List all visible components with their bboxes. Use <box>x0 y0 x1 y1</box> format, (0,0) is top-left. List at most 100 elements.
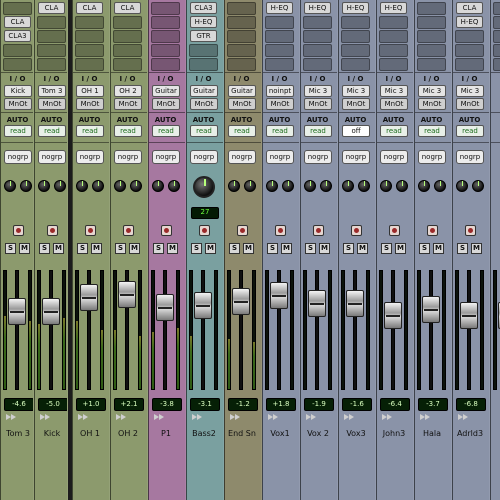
empty-insert-slot[interactable] <box>303 16 332 29</box>
empty-insert-slot[interactable] <box>493 30 500 43</box>
empty-insert-slot[interactable] <box>113 16 142 29</box>
pan-knob-icon[interactable] <box>244 180 256 192</box>
record-icon[interactable] <box>389 225 400 236</box>
empty-insert-slot[interactable] <box>493 58 500 71</box>
record-icon[interactable] <box>123 225 134 236</box>
automation-mode-selector[interactable]: read <box>418 125 446 137</box>
output-selector[interactable]: MnOt <box>418 98 446 110</box>
empty-insert-slot[interactable] <box>75 16 104 29</box>
empty-insert-slot[interactable] <box>151 44 180 57</box>
track-name[interactable]: OH 1 <box>74 425 106 442</box>
empty-insert-slot[interactable] <box>417 30 446 43</box>
group-selector[interactable]: nogrp <box>4 150 32 164</box>
automation-mode-selector[interactable]: read <box>228 125 256 137</box>
empty-insert-slot[interactable] <box>417 16 446 29</box>
empty-insert-slot[interactable] <box>37 16 66 29</box>
track-name[interactable]: Tom 3 <box>2 425 33 442</box>
empty-insert-slot[interactable] <box>417 2 446 15</box>
output-selector[interactable]: MnOt <box>76 98 104 110</box>
solo-button[interactable]: S <box>5 243 16 254</box>
mute-button[interactable]: M <box>167 243 178 254</box>
solo-button[interactable]: S <box>343 243 354 254</box>
input-selector[interactable]: Mic 3 <box>456 85 484 97</box>
empty-insert-slot[interactable] <box>3 44 32 57</box>
track-name[interactable]: Vox1 <box>264 425 296 442</box>
solo-button[interactable]: S <box>305 243 316 254</box>
volume-fader[interactable] <box>384 302 402 329</box>
pan-knob-icon[interactable] <box>54 180 66 192</box>
empty-insert-slot[interactable] <box>227 58 256 71</box>
volume-fader[interactable] <box>460 302 478 329</box>
empty-insert-slot[interactable] <box>303 58 332 71</box>
input-selector[interactable]: Guitar <box>152 85 180 97</box>
solo-button[interactable]: S <box>457 243 468 254</box>
pan-knob-icon[interactable] <box>320 180 332 192</box>
volume-fader[interactable] <box>194 292 212 319</box>
empty-insert-slot[interactable] <box>265 30 294 43</box>
empty-insert-slot[interactable] <box>113 58 142 71</box>
group-selector[interactable]: nogrp <box>228 150 256 164</box>
insert-slot[interactable]: CLA3 <box>4 30 31 42</box>
group-selector[interactable]: nogrp <box>114 150 142 164</box>
output-selector[interactable]: MnOt <box>38 98 66 110</box>
empty-insert-slot[interactable] <box>227 16 256 29</box>
automation-mode-selector[interactable]: read <box>304 125 332 137</box>
empty-insert-slot[interactable] <box>37 58 66 71</box>
empty-insert-slot[interactable] <box>151 16 180 29</box>
insert-slot[interactable]: H-EQ <box>456 16 483 28</box>
empty-insert-slot[interactable] <box>303 44 332 57</box>
input-selector[interactable]: Mic 3 <box>304 85 332 97</box>
insert-slot[interactable]: CLA3 <box>190 2 217 14</box>
track-name[interactable]: A <box>492 425 500 442</box>
output-selector[interactable]: MnOt <box>266 98 294 110</box>
pan-knob-icon[interactable] <box>168 180 180 192</box>
group-selector[interactable]: nogrp <box>380 150 408 164</box>
track-name[interactable]: Bass2 <box>188 425 220 442</box>
automation-mode-selector[interactable]: read <box>38 125 66 137</box>
automation-mode-selector[interactable]: read <box>380 125 408 137</box>
solo-button[interactable]: S <box>267 243 278 254</box>
track-name[interactable]: End Sn <box>226 425 258 442</box>
insert-slot[interactable]: H-EQ <box>190 16 217 28</box>
insert-slot[interactable]: H-EQ <box>342 2 369 14</box>
group-selector[interactable]: nogrp <box>76 150 104 164</box>
record-icon[interactable] <box>427 225 438 236</box>
automation-mode-selector[interactable]: read <box>4 125 32 137</box>
pan-knob-icon[interactable] <box>193 176 215 198</box>
insert-slot[interactable]: CLA <box>38 2 65 14</box>
automation-mode-selector[interactable]: read <box>76 125 104 137</box>
pan-knob-icon[interactable] <box>456 180 468 192</box>
record-icon[interactable] <box>351 225 362 236</box>
empty-insert-slot[interactable] <box>151 58 180 71</box>
record-icon[interactable] <box>275 225 286 236</box>
group-selector[interactable]: nogrp <box>342 150 370 164</box>
track-name[interactable]: Kick <box>36 425 67 442</box>
pan-knob-icon[interactable] <box>4 180 16 192</box>
empty-insert-slot[interactable] <box>265 44 294 57</box>
record-icon[interactable] <box>313 225 324 236</box>
output-selector[interactable]: MnOt <box>380 98 408 110</box>
mute-button[interactable]: M <box>471 243 482 254</box>
insert-slot[interactable]: CLA <box>4 16 31 28</box>
record-icon[interactable] <box>199 225 210 236</box>
empty-insert-slot[interactable] <box>37 30 66 43</box>
record-icon[interactable] <box>465 225 476 236</box>
pan-knob-icon[interactable] <box>358 180 370 192</box>
volume-fader[interactable] <box>308 290 326 317</box>
pan-knob-icon[interactable] <box>38 180 50 192</box>
insert-slot[interactable]: H-EQ <box>304 2 331 14</box>
solo-button[interactable]: S <box>419 243 430 254</box>
volume-fader[interactable] <box>270 282 288 309</box>
insert-slot[interactable]: H-EQ <box>266 2 293 14</box>
input-selector[interactable]: Guitar <box>228 85 256 97</box>
pan-knob-icon[interactable] <box>76 180 88 192</box>
input-selector[interactable]: OH 2 <box>114 85 142 97</box>
empty-insert-slot[interactable] <box>189 44 218 57</box>
empty-insert-slot[interactable] <box>75 44 104 57</box>
input-selector[interactable]: Tom 3 <box>38 85 66 97</box>
solo-button[interactable]: S <box>39 243 50 254</box>
automation-mode-selector[interactable]: read <box>266 125 294 137</box>
track-name[interactable]: John3 <box>378 425 410 442</box>
empty-insert-slot[interactable] <box>227 30 256 43</box>
mute-button[interactable]: M <box>243 243 254 254</box>
